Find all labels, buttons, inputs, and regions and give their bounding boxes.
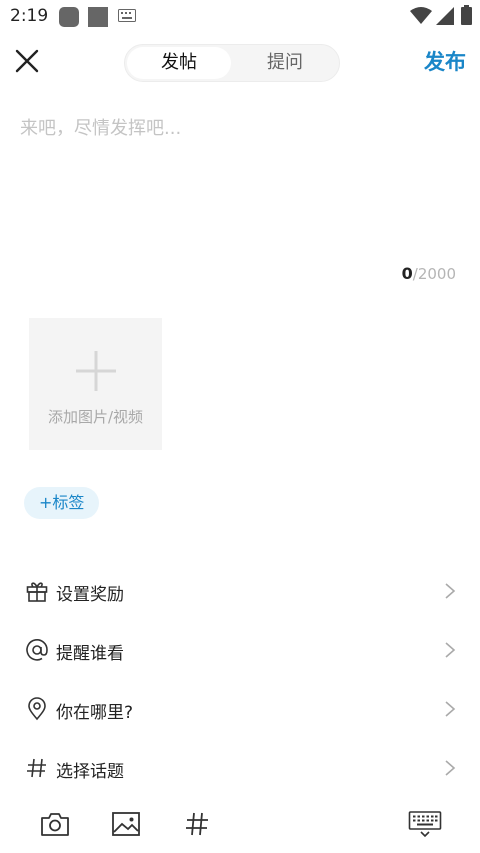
option-label: 选择话题 bbox=[56, 762, 124, 782]
notification-square-icon bbox=[88, 7, 108, 27]
chevron-right-icon bbox=[445, 760, 456, 776]
battery-icon bbox=[461, 5, 472, 25]
tab-post[interactable]: 发帖 bbox=[127, 47, 231, 79]
notification-app-icon bbox=[59, 7, 79, 27]
gift-icon bbox=[26, 582, 48, 602]
keyboard-icon[interactable] bbox=[408, 810, 442, 838]
keyboard-status-icon bbox=[118, 9, 136, 22]
tab-question[interactable]: 提问 bbox=[233, 47, 337, 79]
post-type-switch: 发帖 提问 bbox=[124, 44, 340, 82]
post-content-input[interactable] bbox=[20, 110, 460, 255]
camera-icon[interactable] bbox=[40, 810, 70, 838]
chevron-right-icon bbox=[445, 701, 456, 717]
header: 发帖 提问 发布 bbox=[0, 32, 480, 90]
option-label: 你在哪里? bbox=[56, 703, 134, 723]
at-icon bbox=[26, 639, 48, 661]
option-label: 提醒谁看 bbox=[56, 644, 124, 664]
chevron-right-icon bbox=[445, 583, 456, 599]
plus-icon bbox=[76, 351, 116, 391]
close-icon[interactable] bbox=[14, 48, 40, 74]
hashtag-icon bbox=[27, 758, 46, 778]
add-media-button[interactable]: 添加图片/视频 bbox=[29, 318, 162, 450]
option-label: 设置奖励 bbox=[56, 585, 124, 605]
add-media-label: 添加图片/视频 bbox=[47, 408, 144, 426]
location-pin-icon bbox=[28, 697, 46, 721]
status-time: 2:19 bbox=[10, 6, 49, 26]
bottom-toolbar bbox=[0, 800, 480, 853]
char-count-max: /2000 bbox=[412, 265, 456, 283]
wifi-icon bbox=[410, 7, 432, 24]
signal-icon bbox=[436, 7, 454, 25]
publish-button[interactable]: 发布 bbox=[424, 46, 466, 76]
hashtag-icon[interactable] bbox=[183, 810, 211, 838]
char-counter: 0/2000 bbox=[402, 264, 456, 283]
add-tag-button[interactable]: +标签 bbox=[24, 487, 100, 519]
chevron-right-icon bbox=[445, 642, 456, 658]
option-location[interactable]: 你在哪里? bbox=[0, 679, 480, 738]
char-count-current: 0 bbox=[401, 264, 413, 283]
image-icon[interactable] bbox=[111, 810, 141, 838]
option-set-reward[interactable]: 设置奖励 bbox=[0, 561, 480, 620]
option-topic[interactable]: 选择话题 bbox=[0, 738, 480, 797]
option-mention[interactable]: 提醒谁看 bbox=[0, 620, 480, 679]
status-bar: 2:19 bbox=[0, 0, 480, 32]
